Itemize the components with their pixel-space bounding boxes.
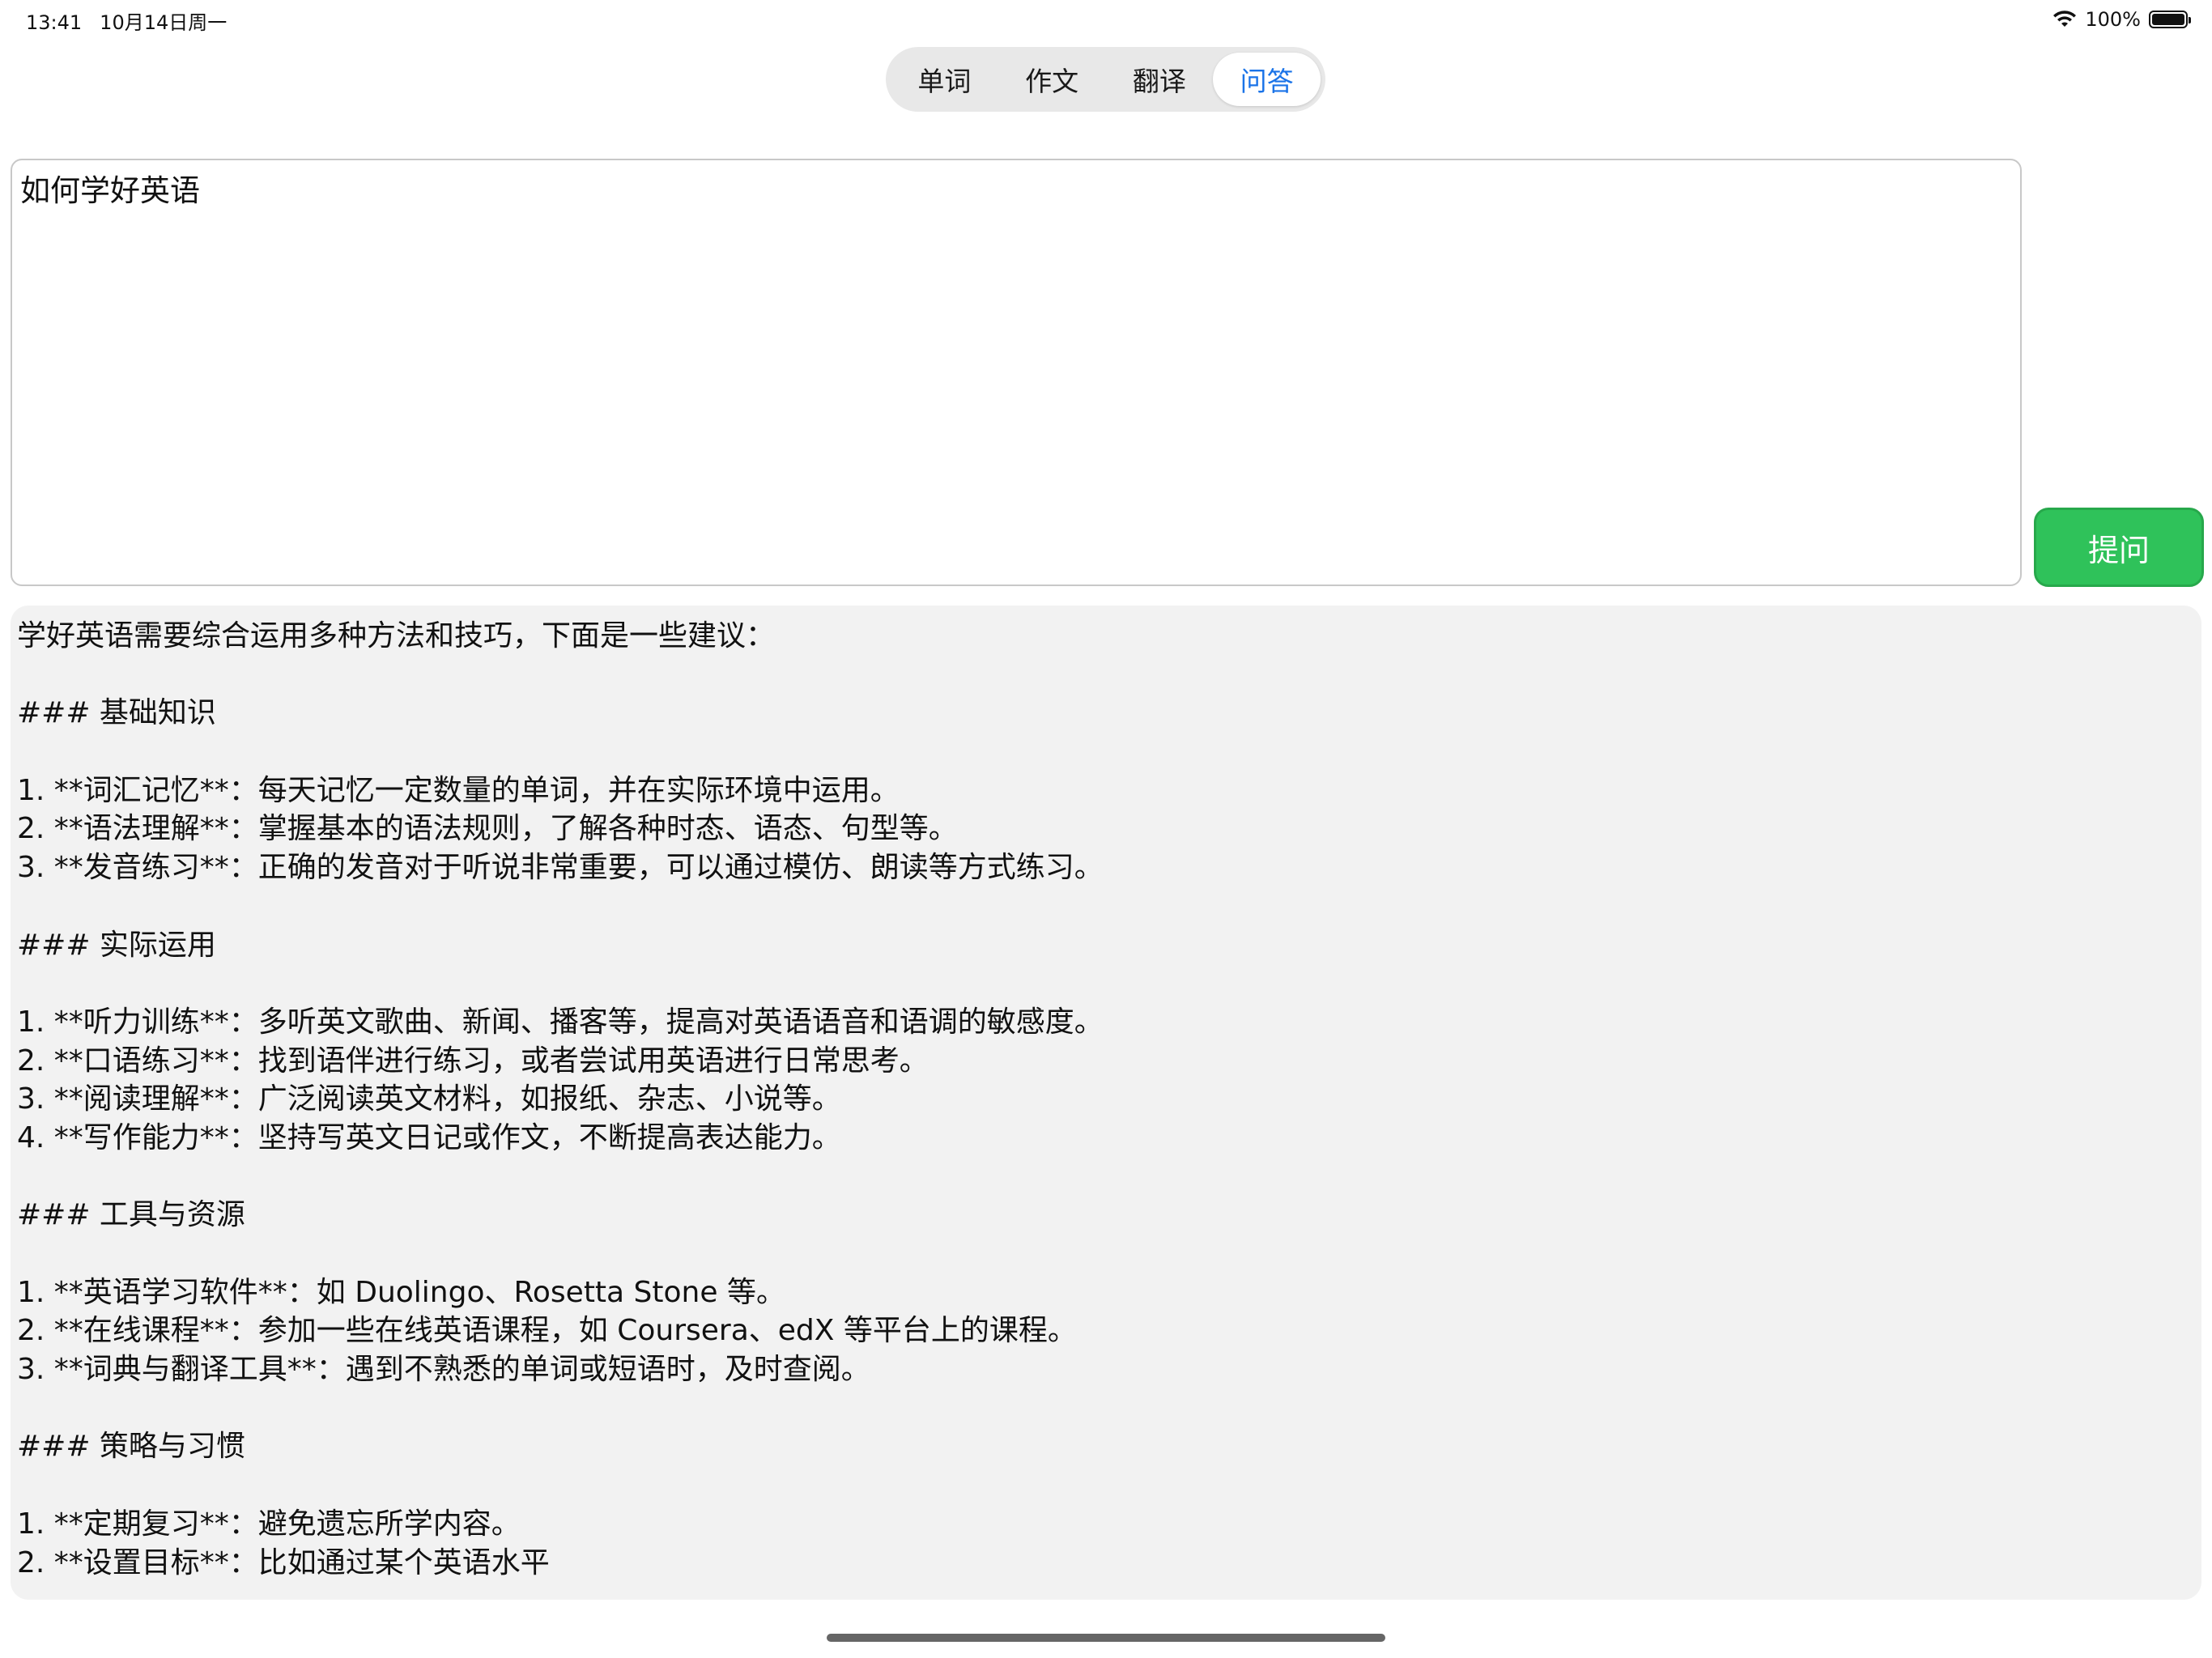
answer-line: [17, 1235, 2195, 1273]
status-date: 10月14日周一: [100, 11, 228, 34]
answer-line: 1. **英语学习软件**：如 Duolingo、Rosetta Stone 等…: [17, 1275, 785, 1309]
answer-line: 1. **词汇记忆**：每天记忆一定数量的单词，并在实际环境中运用。: [17, 773, 900, 807]
answer-line: 1. **听力训练**：多听英文歌曲、新闻、播客等，提高对英语语音和语调的敏感度…: [17, 1005, 1104, 1039]
answer-line: 1. **定期复习**：避免遗忘所学内容。: [17, 1507, 521, 1541]
battery-fill: [2152, 14, 2184, 25]
answer-line: 4. **写作能力**：坚持写英文日记或作文，不断提高表达能力。: [17, 1120, 841, 1154]
tab-essay[interactable]: 作文: [998, 53, 1106, 106]
status-bar: 13:41 10月14日周一 100%: [0, 0, 2212, 39]
answer-heading: ### 实际运用: [17, 928, 216, 962]
question-input[interactable]: [11, 159, 2022, 586]
answer-line: 3. **词典与翻译工具**：遇到不熟悉的单词或短语时，及时查阅。: [17, 1353, 870, 1387]
wifi-icon: [2052, 11, 2077, 28]
answer-heading: ### 工具与资源: [17, 1198, 245, 1232]
answer-line: 2. **语法理解**：掌握基本的语法规则，了解各种时态、语态、句型等。: [17, 812, 958, 846]
answer-heading: ### 基础知识: [17, 696, 216, 730]
answer-heading: ### 策略与习惯: [17, 1430, 245, 1464]
answer-line: 3. **发音练习**：正确的发音对于听说非常重要，可以通过模仿、朗读等方式练习…: [17, 851, 1104, 885]
app-screen: 13:4110月14日周一 100% 单词 作文 翻译 问答 提问 学好英语: [0, 0, 2212, 1658]
answer-line: [17, 1466, 2195, 1505]
tab-translate[interactable]: 翻译: [1106, 53, 1214, 106]
battery-percent: 100%: [2085, 8, 2141, 31]
home-indicator[interactable]: [827, 1634, 1385, 1642]
answer-line: 3. **阅读理解**：广泛阅读英文材料，如报纸、杂志、小说等。: [17, 1082, 841, 1116]
answer-line: 2. **在线课程**：参加一些在线英语课程，如 Coursera、edX 等平…: [17, 1314, 1077, 1348]
ask-button[interactable]: 提问: [2034, 508, 2204, 587]
tab-qa[interactable]: 问答: [1213, 53, 1321, 106]
answer-line: [17, 1389, 2195, 1428]
status-time-date: 13:41 10月14日周一: [26, 6, 227, 35]
mode-segmented-control: 单词 作文 翻译 问答: [886, 47, 1325, 112]
answer-panel: 学好英语需要综合运用多种方法和技巧，下面是一些建议： ### 基础知识 1. **词…: [11, 606, 2201, 1600]
answer-line: [17, 964, 2195, 1003]
answer-text: 学好英语需要综合运用多种方法和技巧，下面是一些建议： ### 基础知识 1. **词…: [17, 617, 2195, 1582]
answer-line: [17, 733, 2195, 772]
answer-line: [17, 1158, 2195, 1197]
answer-line: [17, 656, 2195, 695]
status-indicators: 100%: [2052, 5, 2191, 34]
answer-line: 学好英语需要综合运用多种方法和技巧，下面是一些建议：: [17, 619, 776, 653]
status-time: 13:41: [26, 11, 83, 34]
battery-icon: [2149, 11, 2191, 28]
answer-line: 2. **设置目标**：比如通过某个英语水平: [17, 1545, 550, 1579]
answer-line: 2. **口语练习**：找到语伴进行练习，或者尝试用英语进行日常思考。: [17, 1044, 929, 1078]
tab-words[interactable]: 单词: [891, 53, 998, 106]
answer-line: [17, 887, 2195, 926]
